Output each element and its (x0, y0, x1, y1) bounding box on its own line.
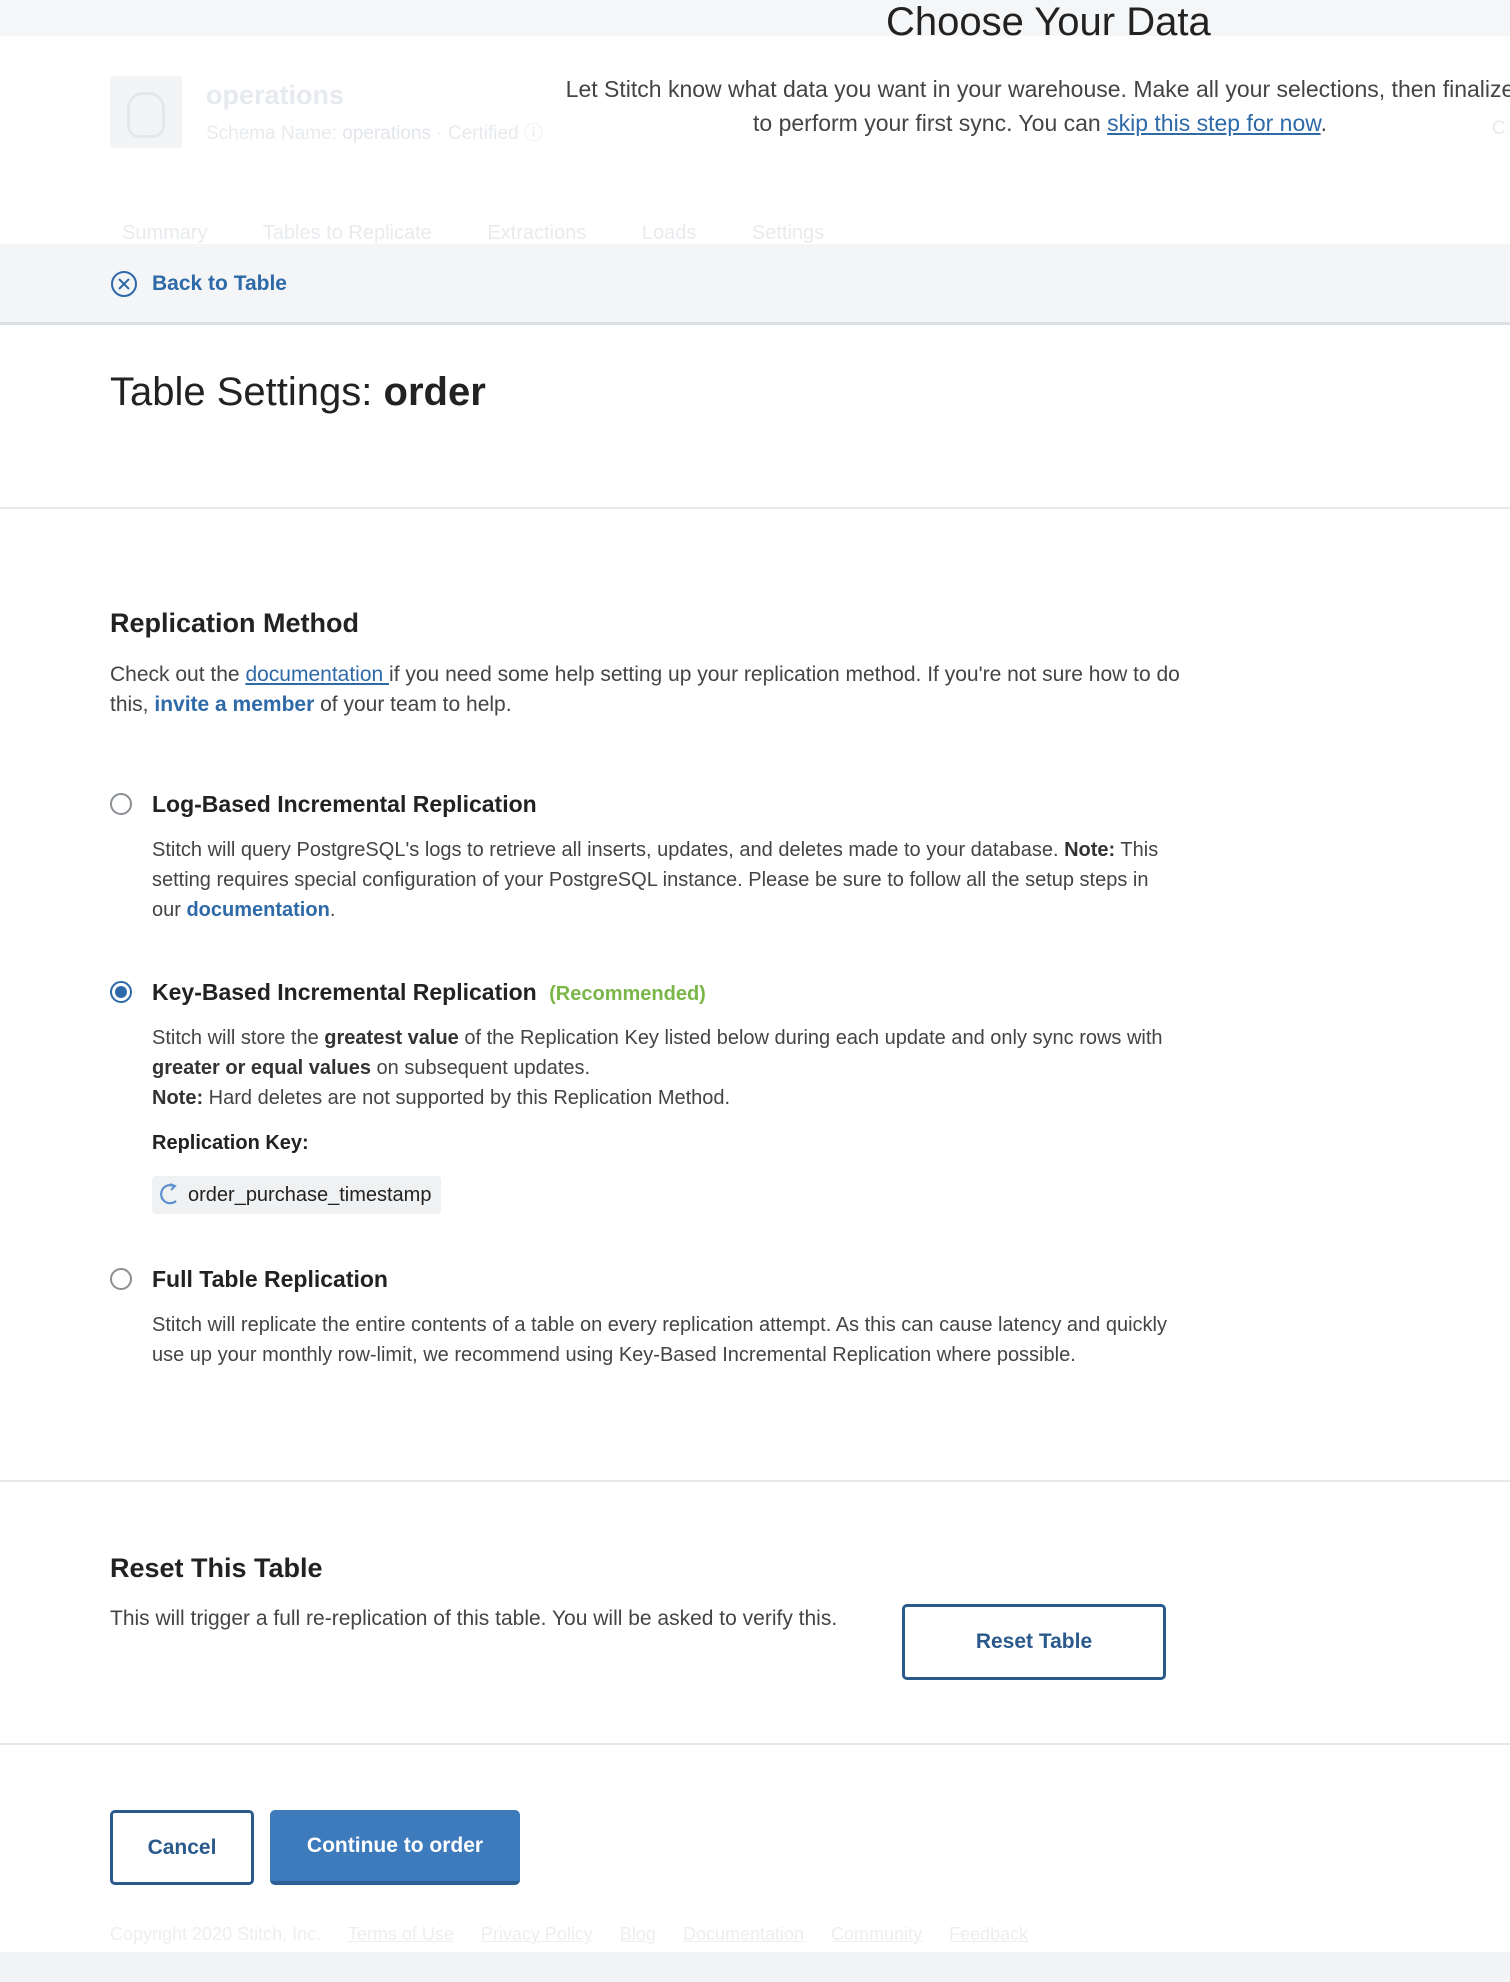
back-bar: Back to Table (0, 244, 1510, 325)
option-description: Stitch will store the greatest value of … (152, 1023, 1172, 1113)
source-title: operations (206, 80, 345, 110)
footer-blog-link[interactable]: Blog (620, 1924, 656, 1944)
replication-key-value: order_purchase_timestamp (188, 1183, 432, 1206)
replication-key-label: Replication Key: (152, 1132, 309, 1154)
footer-terms-link[interactable]: Terms of Use (348, 1924, 454, 1944)
reset-table-button[interactable]: Reset Table (902, 1604, 1166, 1680)
certified-badge: Certified (447, 123, 519, 144)
note-label: Note: (1064, 839, 1116, 861)
footer-privacy-link[interactable]: Privacy Policy (481, 1924, 593, 1944)
info-icon: ⓘ (523, 123, 543, 144)
intro-text-1: Check out the (110, 663, 240, 686)
invite-member-link[interactable]: invite a member (154, 693, 314, 716)
bold-greatest-value: greatest value (324, 1027, 459, 1049)
option-desc-text: Stitch will query PostgreSQL's logs to r… (152, 839, 1059, 861)
footer-community-link[interactable]: Community (831, 1924, 922, 1944)
back-to-table-label: Back to Table (152, 272, 287, 295)
refresh-icon (160, 1183, 177, 1205)
divider (0, 1743, 1510, 1745)
option-title: Log-Based Incremental Replication (152, 791, 537, 817)
replication-intro: Check out the documentation if you need … (110, 660, 1180, 720)
modal-title: Choose Your Data (886, 0, 1211, 44)
documentation-link[interactable]: documentation (245, 663, 389, 686)
radio-key-based[interactable] (110, 981, 132, 1003)
table-name: order (383, 370, 486, 414)
note-text: Hard deletes are not supported by this R… (208, 1087, 731, 1109)
schema-label: Schema Name: (206, 123, 337, 144)
tab-tables-to-replicate[interactable]: Tables to Replicate (263, 222, 432, 244)
cancel-button[interactable]: Cancel (110, 1810, 254, 1885)
option-desc-text-3: on subsequent updates. (376, 1057, 591, 1079)
tab-settings[interactable]: Settings (752, 222, 824, 244)
option-desc-text: Stitch will store the (152, 1027, 319, 1049)
modal-description-line-1: Let Stitch know what data you want in yo… (565, 76, 1510, 102)
replication-key-chip[interactable]: order_purchase_timestamp (152, 1176, 442, 1214)
circle-x-icon (111, 271, 137, 297)
option-title: Full Table Replication (152, 1266, 388, 1292)
back-to-table-link[interactable]: Back to Table (110, 270, 287, 298)
page-title: Table Settings: order (110, 370, 486, 415)
footer: Copyright 2020 Stitch, Inc. Terms of Use… (110, 1924, 1050, 1945)
right-fragment: C (1492, 118, 1506, 139)
intro-text-3: of your team to help. (320, 693, 512, 716)
option-desc-text-2: of the Replication Key listed below duri… (464, 1027, 1163, 1049)
note-label: Note: (152, 1087, 204, 1109)
setup-documentation-link[interactable]: documentation (186, 899, 329, 921)
replication-method-heading: Replication Method (110, 608, 359, 638)
option-desc-end: . (329, 899, 336, 921)
skip-step-link[interactable]: skip this step for now (1107, 110, 1321, 136)
modal-description-line-2: to perform your first sync. You can (753, 110, 1101, 136)
option-title: Key-Based Incremental Replication (Recom… (152, 979, 706, 1006)
radio-log-based[interactable] (110, 793, 132, 815)
tab-extractions[interactable]: Extractions (487, 222, 586, 244)
tab-loads[interactable]: Loads (642, 222, 697, 244)
radio-full-table[interactable] (110, 1268, 132, 1290)
meta-separator: · (436, 123, 443, 144)
recommended-badge: (Recommended) (549, 983, 706, 1005)
continue-button[interactable]: Continue to order (270, 1810, 520, 1885)
reset-heading: Reset This Table (110, 1553, 323, 1583)
divider (0, 1480, 1510, 1482)
bold-greater-equal: greater or equal values (152, 1057, 371, 1079)
modal-description: Let Stitch know what data you want in yo… (470, 72, 1510, 140)
option-title-text: Key-Based Incremental Replication (152, 979, 537, 1005)
page-title-prefix: Table Settings: (110, 370, 373, 414)
tab-summary[interactable]: Summary (122, 222, 208, 244)
reset-description: This will trigger a full re-replication … (110, 1607, 838, 1630)
divider (0, 507, 1510, 509)
postgres-icon (110, 76, 182, 148)
background-tabs: Summary Tables to Replicate Extractions … (122, 222, 874, 245)
option-description: Stitch will replicate the entire content… (152, 1314, 1167, 1366)
footer-copyright: Copyright 2020 Stitch, Inc. (110, 1924, 322, 1944)
footer-documentation-link[interactable]: Documentation (683, 1924, 804, 1944)
modal-description-end: . (1320, 110, 1327, 136)
source-meta: Schema Name: operations · Certified ⓘ (206, 118, 543, 145)
bottom-strip (0, 1952, 1510, 1982)
schema-value: operations (342, 123, 431, 144)
option-description: Stitch will query PostgreSQL's logs to r… (152, 835, 1172, 925)
top-strip (0, 0, 1510, 36)
footer-feedback-link[interactable]: Feedback (949, 1924, 1028, 1944)
